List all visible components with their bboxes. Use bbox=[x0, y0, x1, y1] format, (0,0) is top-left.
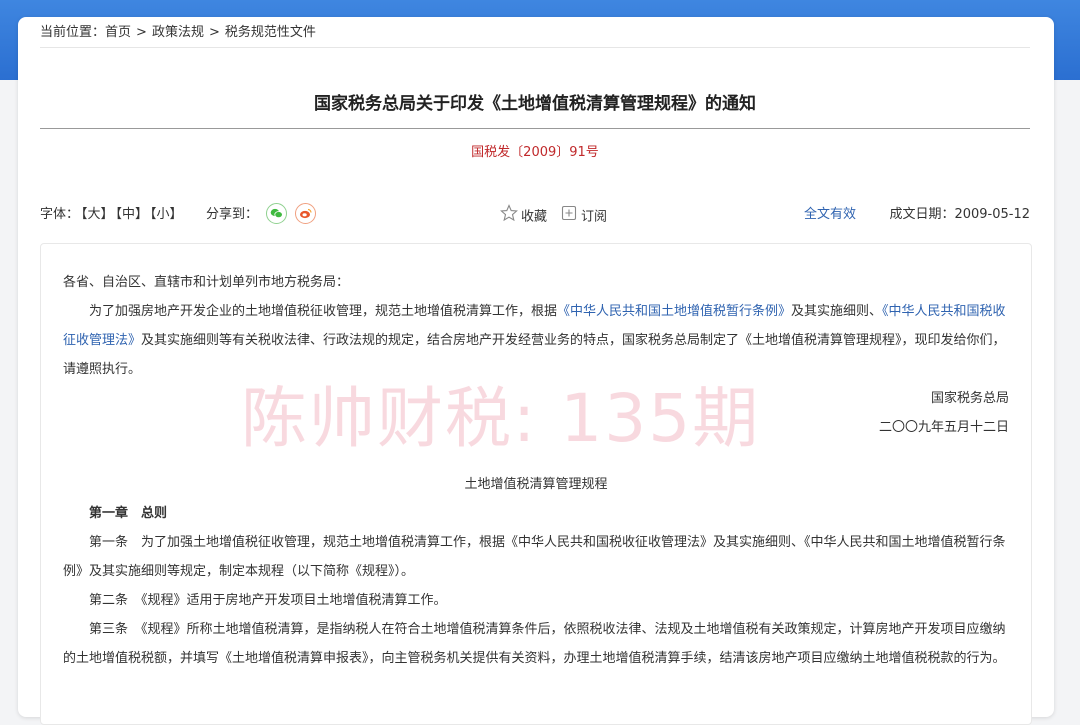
watermark: 陈帅财税: 135期 bbox=[241, 380, 761, 457]
font-large-button[interactable]: 【大】 bbox=[81, 207, 114, 222]
paragraph-text: 及其实施细则、 bbox=[791, 304, 883, 319]
star-icon bbox=[500, 204, 518, 230]
breadcrumb-policy-link[interactable]: 政策法规 bbox=[152, 25, 204, 40]
issue-date: 成文日期：2009-05-12 bbox=[889, 207, 1030, 222]
breadcrumb: 当前位置：首页 > 政策法规 > 税务规范性文件 bbox=[40, 23, 316, 43]
share-label: 分享到： bbox=[206, 207, 259, 222]
article-3: 第三条 《规程》所称土地增值税清算，是指纳税人在符合土地增值税清算条件后，依照税… bbox=[63, 622, 1006, 666]
weibo-share-icon[interactable] bbox=[295, 203, 317, 224]
font-small-button[interactable]: 【小】 bbox=[150, 207, 183, 222]
breadcrumb-label: 当前位置： bbox=[40, 25, 106, 40]
subscribe-button[interactable]: 订阅 bbox=[560, 204, 607, 230]
favorite-button[interactable]: 收藏 bbox=[500, 204, 547, 230]
article-2: 第二条 《规程》适用于房地产开发项目土地增值税清算工作。 bbox=[89, 593, 447, 608]
font-medium-button[interactable]: 【中】 bbox=[116, 207, 149, 222]
document-number: 国税发〔2009〕91号 bbox=[471, 145, 599, 160]
breadcrumb-divider bbox=[40, 47, 1030, 48]
land-vat-regulation-link[interactable]: 《中华人民共和国土地增值税暂行条例》 bbox=[557, 304, 791, 319]
breadcrumb-separator: > bbox=[208, 25, 220, 40]
font-size-control: 字体： 【大】 【中】 【小】 bbox=[40, 204, 183, 226]
chapter-heading: 第一章 总则 bbox=[89, 506, 168, 521]
subscribe-label: 订阅 bbox=[581, 209, 608, 225]
article-1: 第一条 为了加强土地增值税征收管理，规范土地增值税清算工作，根据《中华人民共和国… bbox=[63, 535, 1006, 579]
wechat-share-icon[interactable] bbox=[266, 203, 288, 224]
notice-text: 各省、自治区、直辖市和计划单列市地方税务局： 为了加强房地产开发企业的土地增值税… bbox=[63, 268, 1009, 673]
share-control: 分享到： bbox=[206, 203, 317, 226]
article-toolbar: 字体： 【大】 【中】 【小】 分享到： 收藏 订阅 全文有效 成文日期：2009-0… bbox=[40, 203, 1030, 226]
article-body: 各省、自治区、直辖市和计划单列市地方税务局： 为了加强房地产开发企业的土地增值税… bbox=[40, 243, 1032, 725]
paragraph-text: 为了加强房地产开发企业的土地增值税征收管理，规范土地增值税清算工作，根据 bbox=[89, 304, 558, 319]
title-divider bbox=[40, 128, 1030, 129]
page-title: 国家税务总局关于印发《土地增值税清算管理规程》的通知 bbox=[314, 94, 756, 114]
validity-status: 全文有效 bbox=[804, 207, 857, 222]
rules-title: 土地增值税清算管理规程 bbox=[464, 477, 608, 492]
subscribe-icon bbox=[560, 204, 578, 230]
article-card: 当前位置：首页 > 政策法规 > 税务规范性文件 国家税务总局关于印发《土地增值税清算管… bbox=[18, 17, 1054, 725]
breadcrumb-tax-docs-link[interactable]: 税务规范性文件 bbox=[225, 25, 316, 40]
breadcrumb-home-link[interactable]: 首页 bbox=[105, 25, 131, 40]
breadcrumb-separator: > bbox=[136, 25, 147, 40]
favorite-label: 收藏 bbox=[521, 209, 548, 225]
font-size-label: 字体： bbox=[40, 207, 80, 222]
salutation: 各省、自治区、直辖市和计划单列市地方税务局： bbox=[63, 275, 350, 290]
